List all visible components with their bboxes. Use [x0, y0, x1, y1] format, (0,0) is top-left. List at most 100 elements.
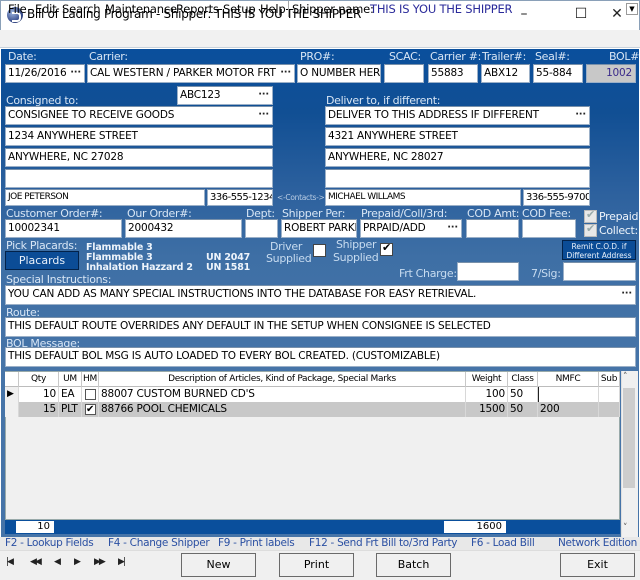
special-instructions-field[interactable]: YOU CAN ADD AS MANY SPECIAL INSTRUCTIONS…: [5, 285, 636, 305]
placards-button[interactable]: Placards: [5, 251, 79, 270]
customer-order-field[interactable]: 10002341: [5, 219, 122, 238]
menu-file[interactable]: File: [8, 2, 27, 16]
cell-hm[interactable]: [82, 387, 99, 402]
cell-hm[interactable]: [82, 402, 99, 417]
col-qty[interactable]: Qty: [19, 372, 59, 387]
cell-sub[interactable]: [599, 402, 620, 417]
deliver-address3-field[interactable]: [325, 169, 590, 188]
our-order-field[interactable]: 2000432: [125, 219, 242, 238]
carrier-field[interactable]: CAL WESTERN / PARKER MOTOR FRT ···: [87, 64, 295, 83]
shipper-per-field[interactable]: ROBERT PARKE: [281, 219, 357, 238]
cell-class[interactable]: 50: [508, 402, 538, 417]
consignee-phone-field[interactable]: 336-555-1234: [207, 189, 273, 206]
consignee-address3-field[interactable]: [5, 169, 273, 188]
scrollbar-thumb[interactable]: [623, 388, 635, 488]
menu-setup[interactable]: Setup: [223, 2, 256, 16]
cell-qty[interactable]: 15: [19, 402, 59, 417]
col-description[interactable]: Description of Articles, Kind of Package…: [99, 372, 466, 387]
col-um[interactable]: UM: [59, 372, 82, 387]
carrier-number-field[interactable]: 55883: [428, 64, 478, 83]
lookup-icon[interactable]: ···: [258, 107, 269, 123]
menu-edit[interactable]: Edit: [35, 2, 57, 16]
cell-class[interactable]: 50: [508, 387, 538, 402]
grid-header: Qty UM HM Description of Articles, Kind …: [5, 372, 620, 387]
shipper-name-select[interactable]: THIS IS YOU THE SHIPPER: [370, 2, 513, 16]
lookup-icon[interactable]: ···: [447, 220, 458, 236]
hm-checkbox[interactable]: [85, 402, 96, 417]
collect-checkbox[interactable]: [584, 222, 597, 237]
consignee-contact-field[interactable]: JOE PETERSON: [5, 189, 205, 206]
chevron-down-icon[interactable]: ▼: [626, 3, 638, 15]
print-button[interactable]: Print: [279, 553, 354, 577]
row-selector[interactable]: [5, 402, 19, 417]
scac-field[interactable]: [384, 64, 424, 83]
deliver-city-field[interactable]: ANYWHERE, NC 28027: [325, 148, 590, 167]
cell-nmfc[interactable]: 200: [538, 402, 599, 417]
nav-next-icon[interactable]: ▶: [74, 557, 81, 567]
hm-checkbox[interactable]: [85, 389, 96, 400]
table-row[interactable]: ▶ 10 EA 88007 CUSTOM BURNED CD'S 100 50: [5, 387, 620, 402]
date-field[interactable]: 11/26/2016 ···: [5, 64, 85, 83]
cod-fee-field[interactable]: [522, 219, 576, 238]
cell-sub[interactable]: [599, 387, 620, 402]
cell-nmfc[interactable]: [538, 387, 599, 402]
scroll-up-icon[interactable]: ˄: [623, 372, 628, 382]
trailer-field[interactable]: ABX12: [481, 64, 530, 83]
lookup-icon[interactable]: ···: [70, 65, 81, 81]
remit-cod-button[interactable]: Remit C.O.D. if Different Address: [562, 240, 636, 260]
lookup-icon[interactable]: ···: [280, 65, 291, 81]
deliver-phone-field[interactable]: 336-555-9700: [523, 189, 590, 206]
shipper-supplied-checkbox[interactable]: [380, 241, 393, 256]
bol-message-field[interactable]: THIS DEFAULT BOL MSG IS AUTO LOADED TO E…: [5, 347, 636, 367]
carrier-label: Carrier:: [89, 50, 128, 63]
table-row[interactable]: 15 PLT 88766 POOL CHEMICALS 1500 50 200: [5, 402, 620, 417]
col-nmfc[interactable]: NMFC: [538, 372, 599, 387]
exit-button[interactable]: Exit: [560, 553, 635, 577]
cell-um[interactable]: EA: [59, 387, 82, 402]
menu-help[interactable]: Help: [260, 2, 286, 16]
cell-um[interactable]: PLT: [59, 402, 82, 417]
nav-first-icon[interactable]: |◀: [6, 557, 14, 567]
prepaid-coll-field[interactable]: PRPAID/ADD ···: [360, 219, 462, 238]
deliver-address1-field[interactable]: 4321 ANYWHERE STREET: [325, 127, 590, 146]
cell-description[interactable]: 88766 POOL CHEMICALS: [99, 402, 466, 417]
consignee-name-field[interactable]: CONSIGNEE TO RECEIVE GOODS ···: [5, 106, 273, 125]
pro-field[interactable]: O NUMBER HERE: [297, 64, 381, 83]
menu-search[interactable]: Search: [62, 2, 101, 16]
cod-amount-field[interactable]: [466, 219, 519, 238]
col-class[interactable]: Class: [508, 372, 538, 387]
seal-field[interactable]: 55-884: [533, 64, 583, 83]
nav-next-page-icon[interactable]: ▶▶: [94, 557, 106, 567]
col-weight[interactable]: Weight: [466, 372, 508, 387]
consignee-code-field[interactable]: ABC123 ···: [177, 86, 273, 105]
lookup-icon[interactable]: ···: [575, 107, 586, 123]
sig-field[interactable]: [563, 262, 636, 281]
deliver-contact-field[interactable]: MICHAEL WILLAMS: [325, 189, 521, 206]
lookup-icon[interactable]: ···: [621, 286, 632, 302]
cell-weight[interactable]: 1500: [466, 402, 508, 417]
driver-supplied-checkbox[interactable]: [313, 244, 326, 257]
deliver-name-field[interactable]: DELIVER TO THIS ADDRESS IF DIFFERENT ···: [325, 106, 590, 125]
cell-weight[interactable]: 100: [466, 387, 508, 402]
nav-prev-icon[interactable]: ◀: [54, 557, 61, 567]
menu-maintenance[interactable]: Maintenance: [105, 2, 177, 16]
menu-separator: [288, 1, 289, 17]
consignee-address1-field[interactable]: 1234 ANYWHERE STREET: [5, 127, 273, 146]
nav-last-icon[interactable]: ▶|: [118, 557, 126, 567]
hotkey-print-labels: F9 - Print labels: [218, 537, 295, 549]
route-field[interactable]: THIS DEFAULT ROUTE OVERRIDES ANY DEFAULT…: [5, 317, 636, 337]
menu-reports[interactable]: Reports: [176, 2, 219, 16]
consignee-city-field[interactable]: ANYWHERE, NC 27028: [5, 148, 273, 167]
batch-button[interactable]: Batch: [376, 553, 451, 577]
frt-charge-label: Frt Charge:: [399, 267, 457, 280]
col-sub[interactable]: Sub: [599, 372, 620, 387]
scroll-down-icon[interactable]: ˅: [623, 523, 628, 533]
lookup-icon[interactable]: ···: [258, 87, 269, 103]
dept-field[interactable]: [245, 219, 278, 238]
new-button[interactable]: New: [181, 553, 256, 577]
nav-prev-page-icon[interactable]: ◀◀: [30, 557, 42, 567]
frt-charge-field[interactable]: [457, 262, 519, 281]
col-hm[interactable]: HM: [82, 372, 99, 387]
cell-description[interactable]: 88007 CUSTOM BURNED CD'S: [99, 387, 466, 402]
cell-qty[interactable]: 10: [19, 387, 59, 402]
